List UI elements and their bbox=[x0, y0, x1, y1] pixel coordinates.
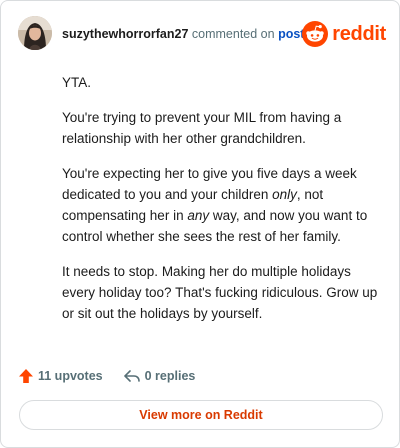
user-avatar[interactable] bbox=[18, 16, 52, 50]
reddit-snoo-icon bbox=[302, 21, 329, 47]
comment-header: suzythewhorrorfan27 commented on post re… bbox=[18, 16, 386, 52]
comment-text: YTA. bbox=[62, 75, 92, 90]
comment-text: You're trying to prevent your MIL from h… bbox=[62, 110, 342, 146]
reply-arrow-icon[interactable] bbox=[123, 368, 141, 384]
comment-emphasis: any bbox=[187, 208, 210, 223]
comment-emphasis: only bbox=[272, 187, 297, 202]
comment-embed-card: suzythewhorrorfan27 commented on post re… bbox=[0, 0, 400, 448]
username-link[interactable]: suzythewhorrorfan27 bbox=[62, 27, 188, 41]
action-text: commented on bbox=[191, 27, 275, 41]
avatar-image bbox=[18, 16, 52, 50]
comment-body: YTA. You're trying to prevent your MIL fr… bbox=[62, 72, 380, 338]
reply-count: 0 replies bbox=[144, 369, 196, 383]
comment-paragraph: YTA. bbox=[62, 72, 380, 93]
reddit-logo[interactable]: reddit bbox=[302, 20, 386, 48]
upvote-count: 11 upvotes bbox=[38, 369, 103, 383]
view-more-button[interactable]: View more on Reddit bbox=[19, 400, 383, 430]
comment-text: It needs to stop. Making her do multiple… bbox=[62, 264, 378, 321]
upvote-arrow-icon[interactable] bbox=[18, 368, 34, 384]
comment-paragraph: You're trying to prevent your MIL from h… bbox=[62, 107, 380, 149]
reddit-wordmark: reddit bbox=[332, 22, 386, 45]
comment-meta: suzythewhorrorfan27 commented on post bbox=[62, 26, 304, 42]
comment-paragraph: It needs to stop. Making her do multiple… bbox=[62, 261, 380, 324]
post-link[interactable]: post bbox=[278, 27, 304, 41]
comment-actions: 11 upvotes 0 replies bbox=[18, 366, 195, 386]
comment-paragraph: You're expecting her to give you five da… bbox=[62, 163, 380, 247]
